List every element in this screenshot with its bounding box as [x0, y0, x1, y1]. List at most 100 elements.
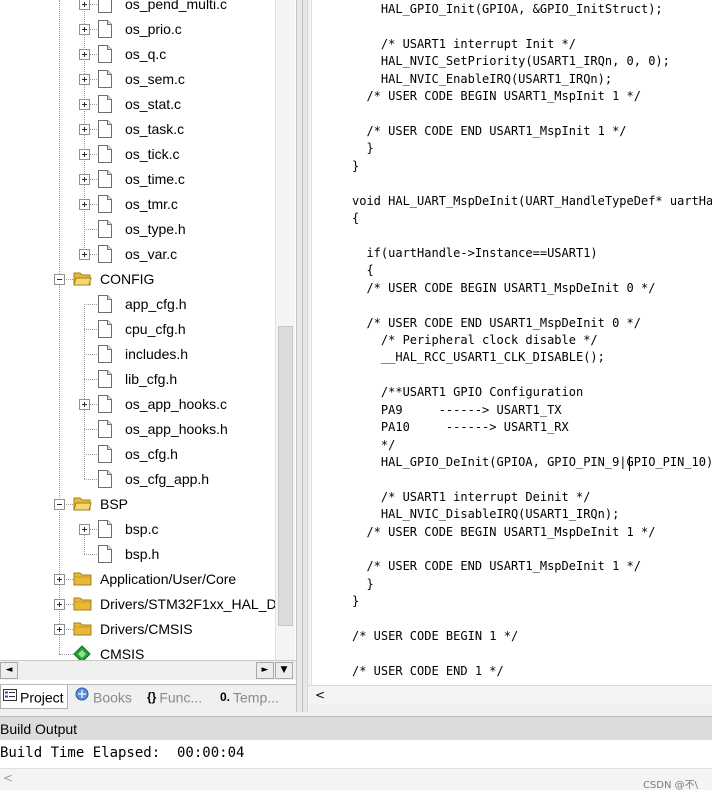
- tree-item-label: os_app_hooks.h: [125, 421, 228, 437]
- tree-item-os-task-c[interactable]: os_task.c: [0, 118, 296, 143]
- expand-icon[interactable]: [79, 74, 90, 85]
- tree-vertical-scrollbar[interactable]: [275, 0, 295, 660]
- templates-icon: 0.: [220, 690, 231, 705]
- tree-item-os-q-c[interactable]: os_q.c: [0, 43, 296, 68]
- tree-item-os-cfg-app-h[interactable]: os_cfg_app.h: [0, 468, 296, 493]
- expand-icon[interactable]: [79, 199, 90, 210]
- expand-icon[interactable]: [79, 174, 90, 185]
- expand-icon[interactable]: [54, 574, 65, 585]
- tree-item-bsp-c[interactable]: bsp.c: [0, 518, 296, 543]
- tree-item-includes-h[interactable]: includes.h: [0, 343, 296, 368]
- tree-item-os-app-hooks-h[interactable]: os_app_hooks.h: [0, 418, 296, 443]
- tree-item-drivers-cmsis[interactable]: Drivers/CMSIS: [0, 618, 296, 643]
- expand-icon[interactable]: [79, 99, 90, 110]
- file-icon: [97, 294, 113, 314]
- editor-gutter: [308, 0, 312, 685]
- tab-project[interactable]: Project: [0, 685, 68, 709]
- tree-item-cpu-cfg-h[interactable]: cpu_cfg.h: [0, 318, 296, 343]
- tree-item-label: Drivers/CMSIS: [100, 621, 193, 637]
- tree-item-label: os_app_hooks.c: [125, 396, 227, 412]
- tree-item-os-sem-c[interactable]: os_sem.c: [0, 68, 296, 93]
- expand-icon[interactable]: [79, 524, 90, 535]
- project-tree-panel: os_pend_multi.c os_prio.c os_q.c os_sem.cos…: [0, 0, 296, 684]
- expand-icon[interactable]: [79, 0, 90, 10]
- tree-item-os-cfg-h[interactable]: os_cfg.h: [0, 443, 296, 468]
- tree-item-os-var-c[interactable]: os_var.c: [0, 243, 296, 268]
- file-icon: [97, 119, 113, 139]
- tree-item-app-cfg-h[interactable]: app_cfg.h: [0, 293, 296, 318]
- file-icon: [97, 469, 113, 489]
- file-icon: [97, 344, 113, 364]
- scroll-left-arrow-icon[interactable]: ◄: [0, 662, 18, 679]
- functions-icon: {}: [147, 690, 157, 705]
- tree-item-lib-cfg-h[interactable]: lib_cfg.h: [0, 368, 296, 393]
- code-line: /* USER CODE END USART1_MspDeInit 1 */: [352, 559, 641, 574]
- code-line: /* USER CODE END USART1_MspInit 1 */: [352, 123, 627, 138]
- file-icon: [97, 369, 113, 389]
- code-editor[interactable]: HAL_GPIO_Init(GPIOA, &GPIO_InitStruct); …: [308, 0, 712, 685]
- tree-item-label: BSP: [100, 496, 129, 512]
- build-output-horizontal-scrollbar[interactable]: <: [0, 768, 712, 790]
- tab-books[interactable]: Books: [72, 685, 142, 709]
- expand-icon[interactable]: [54, 599, 65, 610]
- tree-item-os-tick-c[interactable]: os_tick.c: [0, 143, 296, 168]
- tree-item-label: bsp.h: [125, 546, 160, 562]
- expand-icon[interactable]: [54, 624, 65, 635]
- file-icon: [97, 444, 113, 464]
- tree-item-label: os_task.c: [125, 121, 185, 137]
- tree-vertical-scroll-thumb[interactable]: [278, 326, 293, 626]
- expand-icon[interactable]: [79, 399, 90, 410]
- scroll-right-arrow-icon[interactable]: ►: [256, 662, 274, 679]
- tree-item-os-tmr-c[interactable]: os_tmr.c: [0, 193, 296, 218]
- tree-item-application-user-core[interactable]: Application/User/Core: [0, 568, 296, 593]
- project-icon: [3, 686, 17, 708]
- tree-item-os-time-c[interactable]: os_time.c: [0, 168, 296, 193]
- tree-item-label: cpu_cfg.h: [125, 321, 186, 337]
- build-scroll-left-icon[interactable]: <: [3, 771, 13, 785]
- code-line: */: [352, 437, 396, 452]
- tab-functions-label: Func...: [159, 689, 203, 706]
- code-line: void HAL_UART_MspDeInit(UART_HandleTypeD…: [352, 193, 712, 208]
- tree-item-label: os_sem.c: [125, 71, 185, 87]
- tree-item-bsp[interactable]: BSP: [0, 493, 296, 518]
- tree-item-os-stat-c[interactable]: os_stat.c: [0, 93, 296, 118]
- expand-icon[interactable]: [79, 49, 90, 60]
- expand-icon[interactable]: [79, 249, 90, 260]
- code-line: PA10 ------> USART1_RX: [352, 420, 569, 435]
- tree-item-os-prio-c[interactable]: os_prio.c: [0, 18, 296, 43]
- tree-item-os-pend-multi-c[interactable]: os_pend_multi.c: [0, 0, 296, 18]
- collapse-icon[interactable]: [54, 499, 65, 510]
- code-line: /* USER CODE BEGIN USART1_MspInit 1 */: [352, 89, 641, 104]
- tree-item-drivers-stm32f1xx-hal-d[interactable]: Drivers/STM32F1xx_HAL_D: [0, 593, 296, 618]
- tree-item-os-type-h[interactable]: os_type.h: [0, 218, 296, 243]
- tree-item-label: lib_cfg.h: [125, 371, 178, 387]
- code-line: /* USART1 interrupt Deinit */: [352, 489, 591, 504]
- tree-item-bsp-h[interactable]: bsp.h: [0, 543, 296, 568]
- tree-horizontal-scrollbar[interactable]: ◄ ► ▼: [0, 660, 296, 680]
- tree-item-label: os_tick.c: [125, 146, 180, 162]
- code-line: /* Peripheral clock disable */: [352, 332, 598, 347]
- collapse-icon[interactable]: [54, 274, 65, 285]
- tree-item-label: os_q.c: [125, 46, 167, 62]
- tree-item-os-app-hooks-c[interactable]: os_app_hooks.c: [0, 393, 296, 418]
- tree-item-label: os_prio.c: [125, 21, 182, 37]
- file-icon: [97, 0, 113, 14]
- file-icon: [97, 244, 113, 264]
- expand-icon[interactable]: [79, 24, 90, 35]
- scroll-down-arrow-icon[interactable]: ▼: [275, 662, 293, 679]
- code-line: HAL_NVIC_DisableIRQ(USART1_IRQn);: [352, 507, 620, 522]
- editor-scroll-left-icon[interactable]: <: [312, 687, 328, 704]
- expand-icon[interactable]: [79, 124, 90, 135]
- tab-books-label: Books: [93, 689, 132, 706]
- expand-icon[interactable]: [79, 149, 90, 160]
- tree-item-label: os_time.c: [125, 171, 185, 187]
- tab-functions[interactable]: {} Func...: [145, 685, 215, 709]
- pane-splitter[interactable]: [296, 0, 308, 712]
- editor-horizontal-scrollbar[interactable]: <: [308, 685, 712, 705]
- tree-horizontal-scroll-track[interactable]: [19, 663, 253, 678]
- tree-item-config[interactable]: CONFIG: [0, 268, 296, 293]
- tab-templates[interactable]: 0. Temp...: [218, 685, 293, 709]
- code-line: }: [352, 158, 360, 173]
- file-icon: [97, 419, 113, 439]
- code-line: HAL_NVIC_EnableIRQ(USART1_IRQn);: [352, 71, 613, 86]
